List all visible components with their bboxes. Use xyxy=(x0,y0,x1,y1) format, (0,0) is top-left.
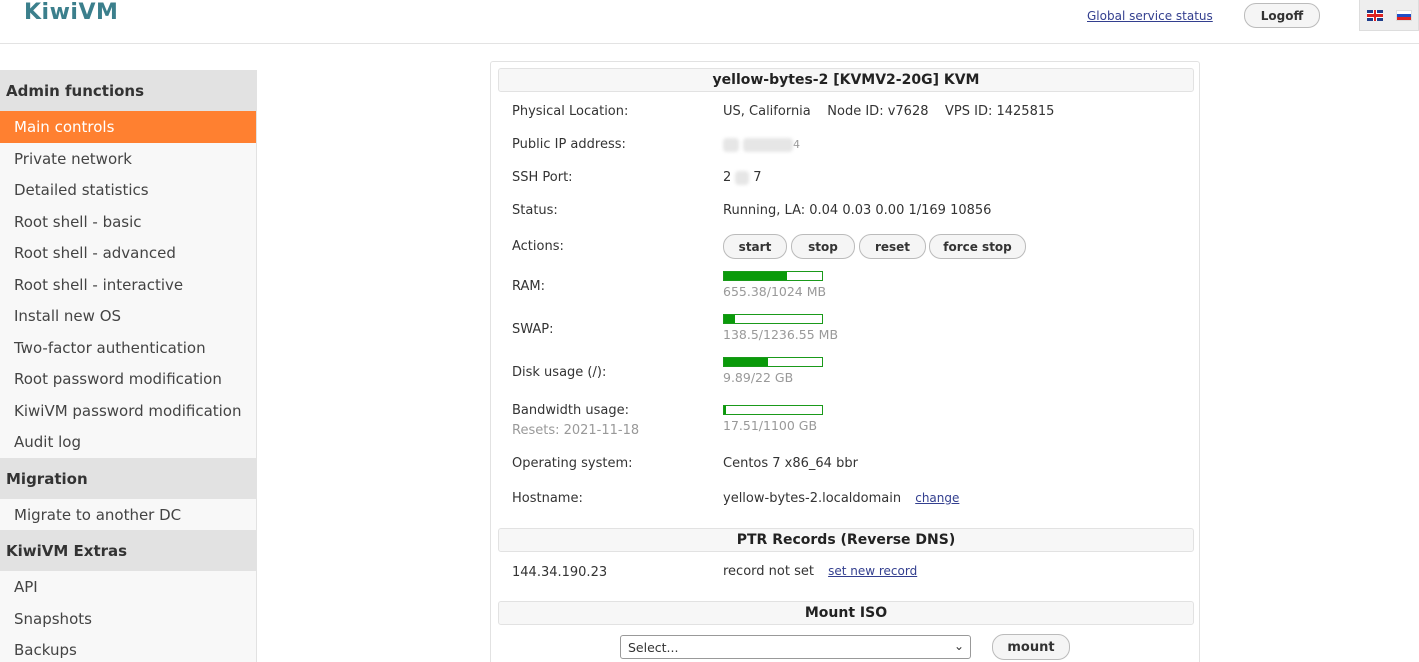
ram-usage-text: 655.38/1024 MB xyxy=(723,284,827,299)
bandwidth-usage-text: 17.51/1100 GB xyxy=(723,418,818,433)
vps-info-panel: yellow-bytes-2 [KVMV2-20G] KVM Physical … xyxy=(490,61,1200,662)
status-value: Running, LA: 0.04 0.03 0.00 1/169 10856 xyxy=(723,203,992,218)
logoff-button[interactable]: Logoff xyxy=(1244,3,1320,28)
reset-button[interactable]: reset xyxy=(859,234,926,259)
russia-flag-icon[interactable] xyxy=(1396,10,1412,21)
ssh-port-label: SSH Port: xyxy=(512,170,573,185)
disk-usage-fill xyxy=(724,358,769,366)
set-new-record-link[interactable]: set new record xyxy=(828,564,917,578)
sidebar-section-admin-functions: Admin functions xyxy=(0,70,256,111)
sidebar-item-root-shell-basic[interactable]: Root shell - basic xyxy=(0,206,256,238)
disk-usage-label: Disk usage (/): xyxy=(512,365,607,380)
ptr-record-value: record not set set new record xyxy=(723,564,918,579)
hostname-value: yellow-bytes-2.localdomain change xyxy=(723,491,960,506)
sidebar-item-audit-log[interactable]: Audit log xyxy=(0,426,256,458)
kiwivm-logo[interactable]: KiwiVM xyxy=(24,0,118,25)
bandwidth-label: Bandwidth usage: xyxy=(512,403,629,418)
swap-label: SWAP: xyxy=(512,322,554,337)
sidebar-item-migrate-dc[interactable]: Migrate to another DC xyxy=(0,499,256,531)
ptr-records-header: PTR Records (Reverse DNS) xyxy=(498,528,1194,552)
iso-select[interactable]: Select... ⌄ xyxy=(620,635,971,659)
physical-location-label: Physical Location: xyxy=(512,104,629,119)
public-ip-value: 4 xyxy=(723,137,800,152)
hostname-label: Hostname: xyxy=(512,491,583,506)
status-label: Status: xyxy=(512,203,558,218)
ptr-ip: 144.34.190.23 xyxy=(512,565,608,580)
sidebar: Admin functions Main controls Private ne… xyxy=(0,70,257,662)
actions-label: Actions: xyxy=(512,239,564,254)
sidebar-item-kiwivm-password[interactable]: KiwiVM password modification xyxy=(0,395,256,427)
mount-button[interactable]: mount xyxy=(992,634,1070,660)
ram-usage-bar xyxy=(723,271,823,281)
redacted-port-part xyxy=(735,170,750,185)
sidebar-item-main-controls[interactable]: Main controls xyxy=(0,111,256,143)
os-label: Operating system: xyxy=(512,456,633,471)
public-ip-label: Public IP address: xyxy=(512,137,626,152)
uk-flag-icon[interactable] xyxy=(1367,10,1383,21)
vps-title-header: yellow-bytes-2 [KVMV2-20G] KVM xyxy=(498,68,1194,92)
swap-usage-fill xyxy=(724,315,735,323)
sidebar-item-api[interactable]: API xyxy=(0,571,256,603)
chevron-down-icon: ⌄ xyxy=(953,639,964,653)
sidebar-item-root-shell-interactive[interactable]: Root shell - interactive xyxy=(0,269,256,301)
sidebar-item-detailed-statistics[interactable]: Detailed statistics xyxy=(0,174,256,206)
sidebar-item-private-network[interactable]: Private network xyxy=(0,143,256,175)
disk-usage-text: 9.89/22 GB xyxy=(723,370,794,385)
sidebar-item-backups[interactable]: Backups xyxy=(0,634,256,662)
ram-usage-fill xyxy=(724,272,787,280)
redacted-ip-part xyxy=(723,137,739,152)
mount-iso-header: Mount ISO xyxy=(498,601,1194,625)
start-button[interactable]: start xyxy=(723,234,787,259)
sidebar-item-install-new-os[interactable]: Install new OS xyxy=(0,300,256,332)
redacted-ip-part xyxy=(743,137,793,152)
sidebar-item-two-factor-auth[interactable]: Two-factor authentication xyxy=(0,332,256,364)
sidebar-section-kiwivm-extras: KiwiVM Extras xyxy=(0,530,256,571)
disk-usage-bar xyxy=(723,357,823,367)
ram-label: RAM: xyxy=(512,279,545,294)
ssh-port-value: 27 xyxy=(723,170,762,185)
stop-button[interactable]: stop xyxy=(791,234,855,259)
global-service-status-link[interactable]: Global service status xyxy=(1087,9,1213,23)
swap-usage-bar xyxy=(723,314,823,324)
sidebar-item-snapshots[interactable]: Snapshots xyxy=(0,603,256,635)
force-stop-button[interactable]: force stop xyxy=(929,234,1026,259)
sidebar-item-root-shell-advanced[interactable]: Root shell - advanced xyxy=(0,237,256,269)
os-value: Centos 7 x86_64 bbr xyxy=(723,456,858,471)
bandwidth-reset-date: Resets: 2021-11-18 xyxy=(512,423,640,438)
bandwidth-usage-bar xyxy=(723,405,823,415)
top-header: KiwiVM Global service status Logoff xyxy=(0,0,1419,44)
sidebar-item-root-password[interactable]: Root password modification xyxy=(0,363,256,395)
swap-usage-text: 138.5/1236.55 MB xyxy=(723,327,839,342)
physical-location-value: US, California Node ID: v7628 VPS ID: 14… xyxy=(723,104,1055,119)
bandwidth-usage-fill xyxy=(724,406,726,414)
change-hostname-link[interactable]: change xyxy=(915,491,959,505)
sidebar-section-migration: Migration xyxy=(0,457,256,499)
language-switcher xyxy=(1359,0,1419,31)
